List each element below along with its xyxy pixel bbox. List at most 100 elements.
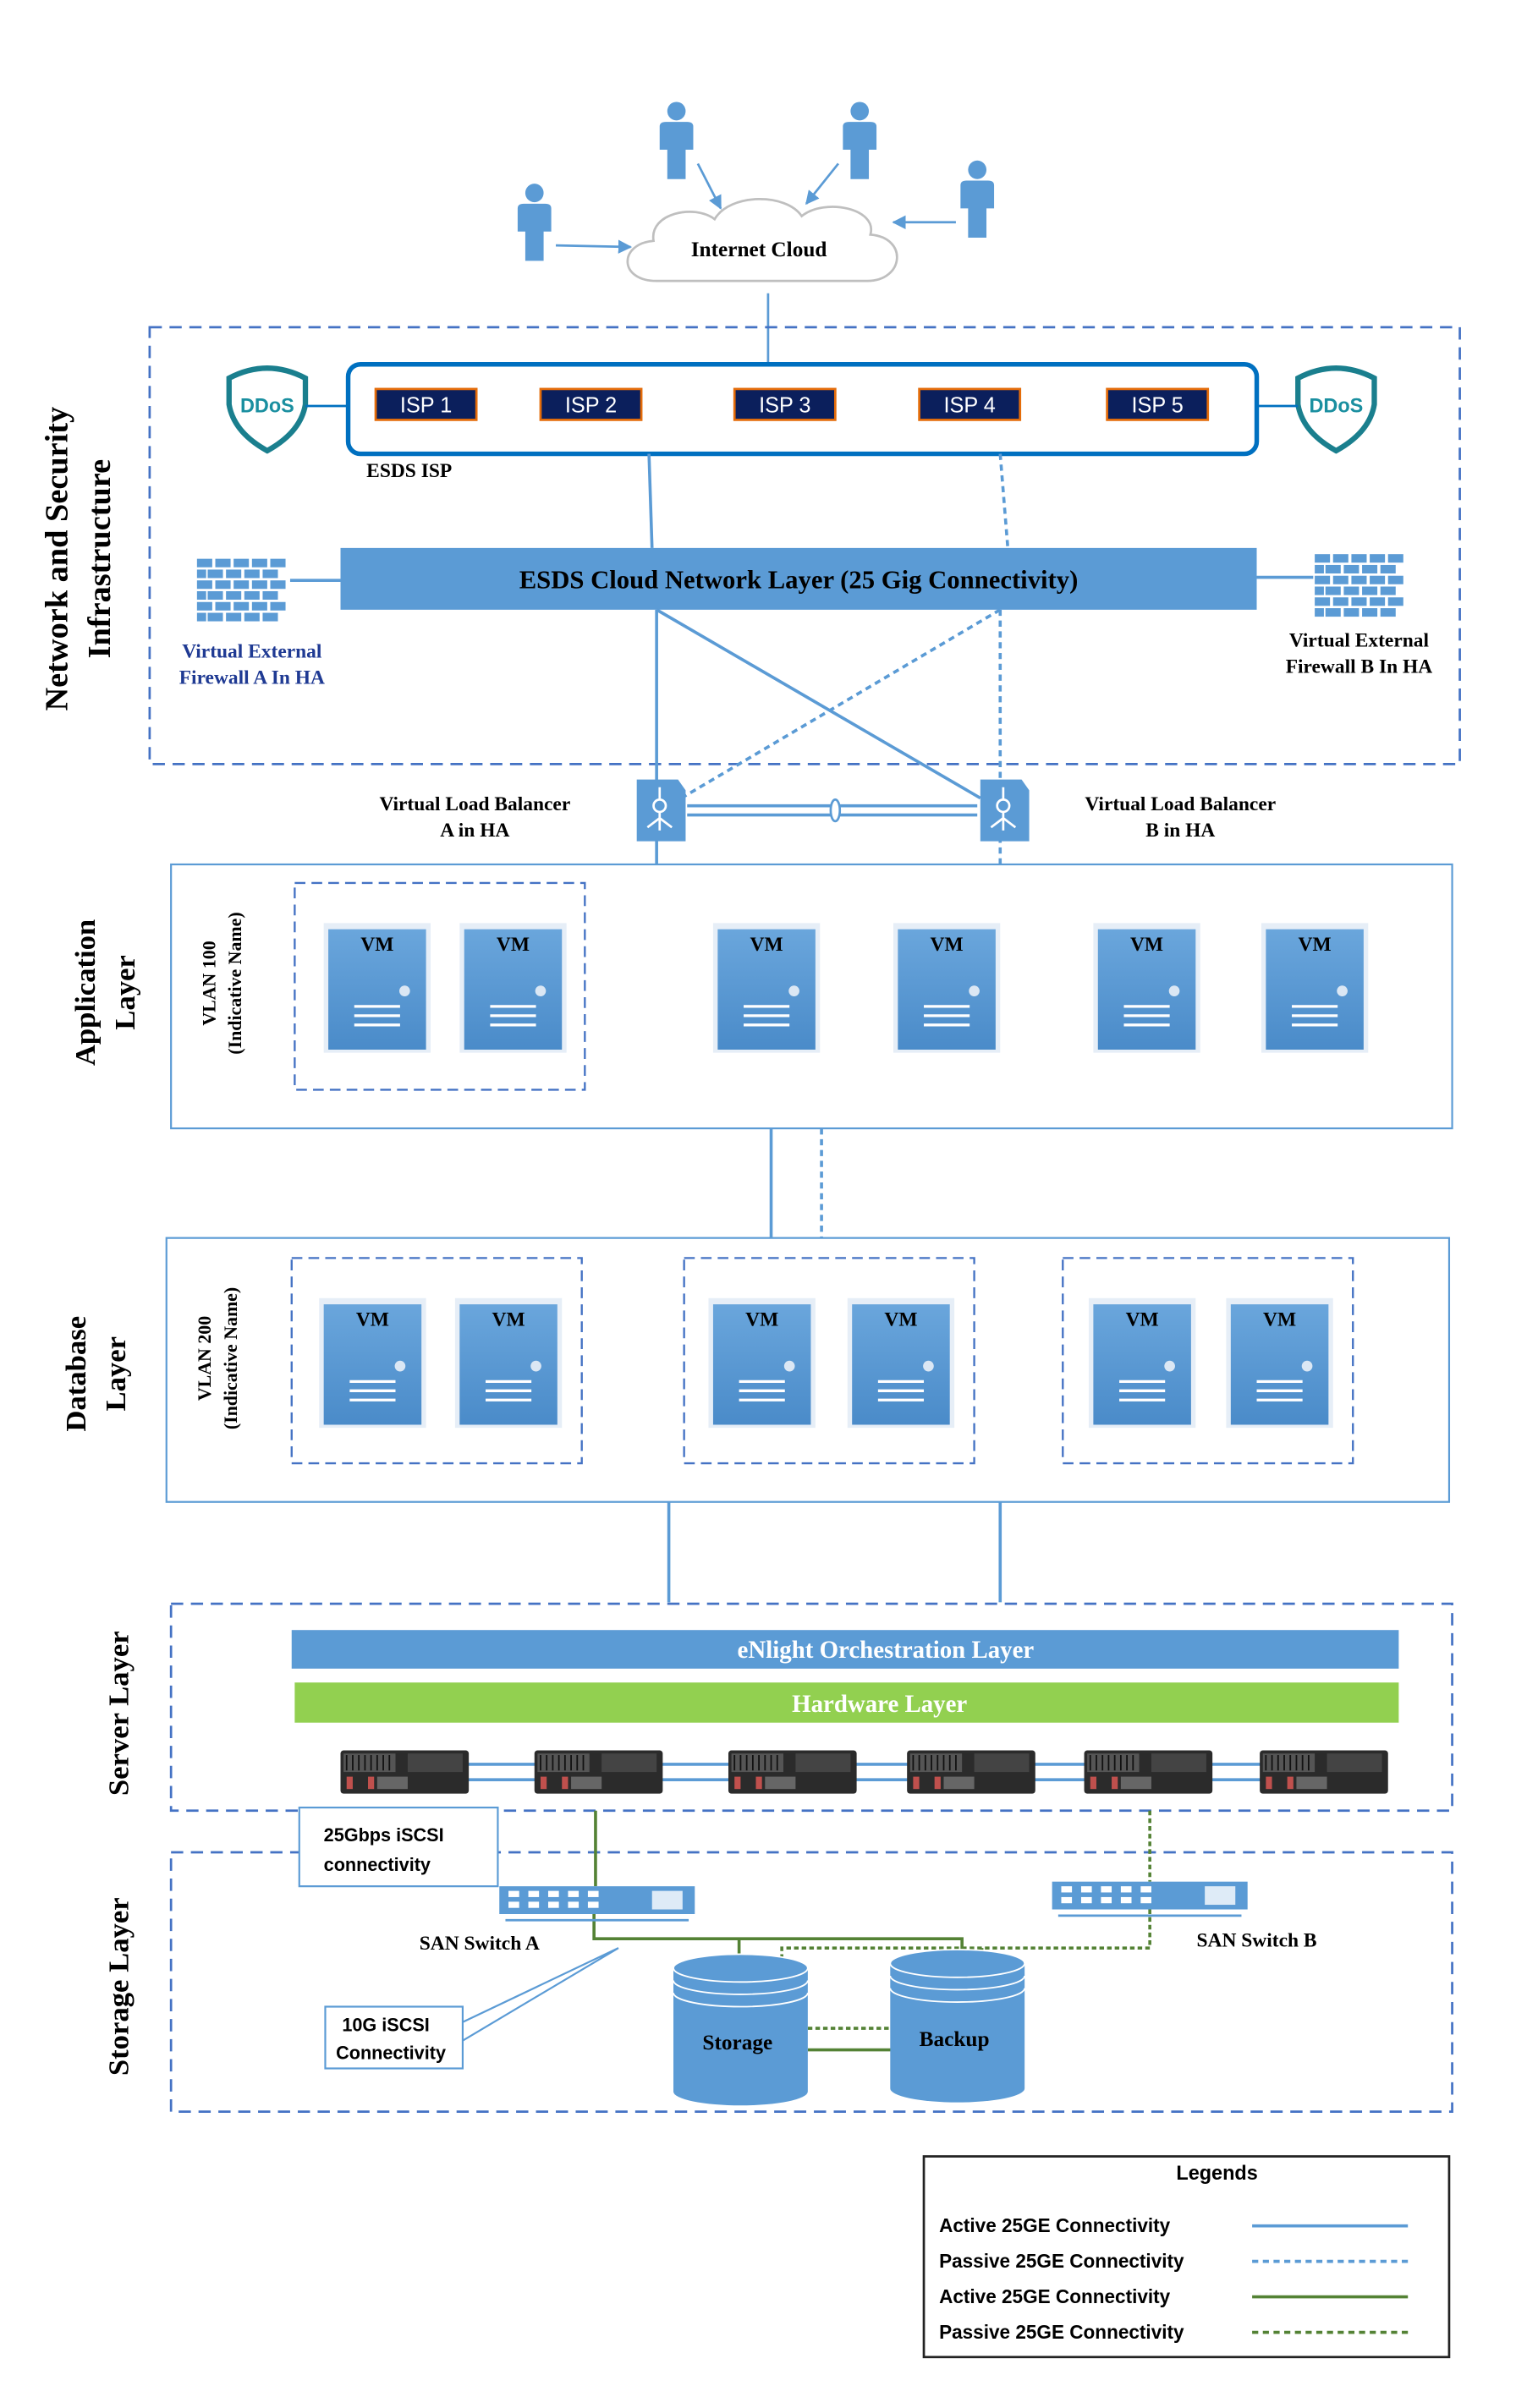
isp-1: ISP 1 [374, 387, 478, 421]
load-balancer-b-icon [980, 779, 1030, 842]
database-layer-title-2: Layer [100, 1336, 132, 1412]
vm-icon: VM [712, 923, 821, 1053]
storage-cylinder-label: Storage [702, 2031, 772, 2054]
vlan-200-label-2: (Indicative Name) [221, 1287, 241, 1429]
san-switch-a-label: SAN Switch A [420, 1933, 540, 1955]
legend-item-label: Passive 25GE Connectivity [939, 2250, 1184, 2272]
load-balancer-a-icon [636, 779, 686, 842]
vm-icon: VM [708, 1297, 816, 1429]
vm-icon: VM [319, 1297, 426, 1429]
vm-label: VM [1299, 934, 1332, 956]
callout-25g-text: 25Gbps iSCSI [324, 1824, 444, 1846]
isp-label: ISP 2 [565, 393, 617, 417]
user-connection-arrow [555, 239, 633, 254]
callout-10g-text-2: Connectivity [336, 2042, 446, 2063]
server-layer-title: Server Layer [103, 1631, 135, 1796]
vm-icon: VM [1226, 1297, 1333, 1429]
vm-label: VM [1130, 934, 1163, 956]
user-icon [517, 184, 552, 261]
vm-icon: VM [323, 923, 431, 1053]
ddos-shield-icon: DDoS [1295, 365, 1377, 454]
vm-icon: VM [459, 923, 567, 1053]
isp-label: ISP 4 [944, 393, 996, 417]
legend-item-label: Active 25GE Connectivity [939, 2285, 1171, 2307]
network-layer-title: Network and Security [40, 407, 75, 711]
physical-server-icon [907, 1750, 1035, 1794]
application-layer-title-2: Layer [109, 955, 141, 1030]
legend-item-label: Active 25GE Connectivity [939, 2214, 1171, 2236]
user-connection-arrow [696, 162, 722, 210]
vm-label: VM [497, 934, 530, 956]
firewall-icon [1315, 554, 1407, 619]
firewall-b-label-2: Firewall B In HA [1286, 656, 1432, 678]
isp-label: ISP 3 [759, 393, 810, 417]
vm-label: VM [745, 1309, 778, 1331]
physical-server-icon [340, 1750, 470, 1794]
san-switch-a-icon [499, 1886, 695, 1922]
firewall-a-label: Virtual External [182, 640, 322, 662]
vm-icon: VM [893, 923, 1001, 1053]
vm-label: VM [750, 934, 783, 956]
lb-b-label: Virtual Load Balancer [1085, 793, 1276, 815]
database-layer-title: Database [60, 1316, 92, 1432]
vm-label: VM [360, 934, 393, 956]
backup-cylinder-label: Backup [920, 2027, 990, 2051]
cloud-network-layer-label: ESDS Cloud Network Layer (25 Gig Connect… [519, 565, 1079, 594]
isp-4: ISP 4 [918, 387, 1022, 421]
isp-label: ISP 1 [400, 393, 452, 417]
vlan-100-label: VLAN 100 [200, 941, 220, 1025]
orchestration-layer-label: eNlight Orchestration Layer [738, 1637, 1035, 1664]
vm-icon: VM [454, 1297, 563, 1429]
firewall-b-label: Virtual External [1289, 630, 1430, 652]
firewall-a-label-2: Firewall A In HA [179, 666, 325, 688]
physical-server-icon [1084, 1750, 1213, 1794]
vlan-100-label-2: (Indicative Name) [225, 912, 245, 1054]
internet-cloud-label: Internet Cloud [691, 238, 827, 261]
vm-label: VM [356, 1309, 389, 1331]
svg-text:DDoS: DDoS [240, 394, 294, 416]
vm-icon: VM [1093, 923, 1200, 1053]
san-switch-b-label: SAN Switch B [1197, 1929, 1317, 1951]
internet-cloud: Internet Cloud [626, 198, 898, 282]
lb-b-label-2: B in HA [1145, 820, 1215, 842]
isp-group-label: ESDS ISP [366, 460, 452, 482]
physical-server-icon [1260, 1750, 1388, 1794]
physical-server-icon [728, 1750, 857, 1794]
storage-layer-title: Storage Layer [103, 1897, 135, 2076]
network-layer-title-2: Infrastructure [82, 459, 118, 659]
storage-layer-box [169, 1851, 1453, 2113]
isp-2: ISP 2 [539, 387, 643, 421]
legend-title: Legends [1176, 2162, 1257, 2184]
lb-a-label: Virtual Load Balancer [379, 793, 570, 815]
user-icon [843, 101, 877, 179]
vm-label: VM [931, 934, 964, 956]
isp-label: ISP 5 [1132, 393, 1184, 417]
user-connection-arrow [805, 162, 839, 206]
backup-cylinder: Backup [889, 1949, 1026, 2103]
vm-icon: VM [1261, 923, 1369, 1053]
svg-text:DDoS: DDoS [1309, 394, 1363, 416]
physical-server-icon [534, 1750, 663, 1794]
architecture-diagram: Internet Cloud Network and Security Infr… [40, 101, 1461, 2359]
ddos-shield-icon: DDoS [226, 365, 309, 454]
storage-cylinder: Storage [673, 1953, 809, 2106]
vm-label: VM [1263, 1309, 1296, 1331]
user-icon [960, 160, 995, 239]
vm-label: VM [884, 1309, 917, 1331]
hardware-layer-label: Hardware Layer [792, 1691, 967, 1718]
firewall-icon [196, 558, 289, 624]
callout-25g-text-2: connectivity [324, 1854, 431, 1875]
isp-5: ISP 5 [1106, 387, 1210, 421]
vm-icon: VM [1088, 1297, 1196, 1429]
vm-label: VM [492, 1309, 525, 1331]
lb-a-label-2: A in HA [440, 820, 509, 842]
vm-icon: VM [847, 1297, 955, 1429]
vm-label: VM [1126, 1309, 1159, 1331]
connection-passive [998, 453, 1010, 549]
connection-active [647, 453, 654, 548]
application-layer-title: Application [69, 919, 102, 1066]
user-icon [659, 101, 694, 179]
callout-10g-text: 10G iSCSI [342, 2015, 429, 2036]
vlan-200-label: VLAN 200 [195, 1316, 215, 1401]
legend-item-label: Passive 25GE Connectivity [939, 2321, 1184, 2343]
